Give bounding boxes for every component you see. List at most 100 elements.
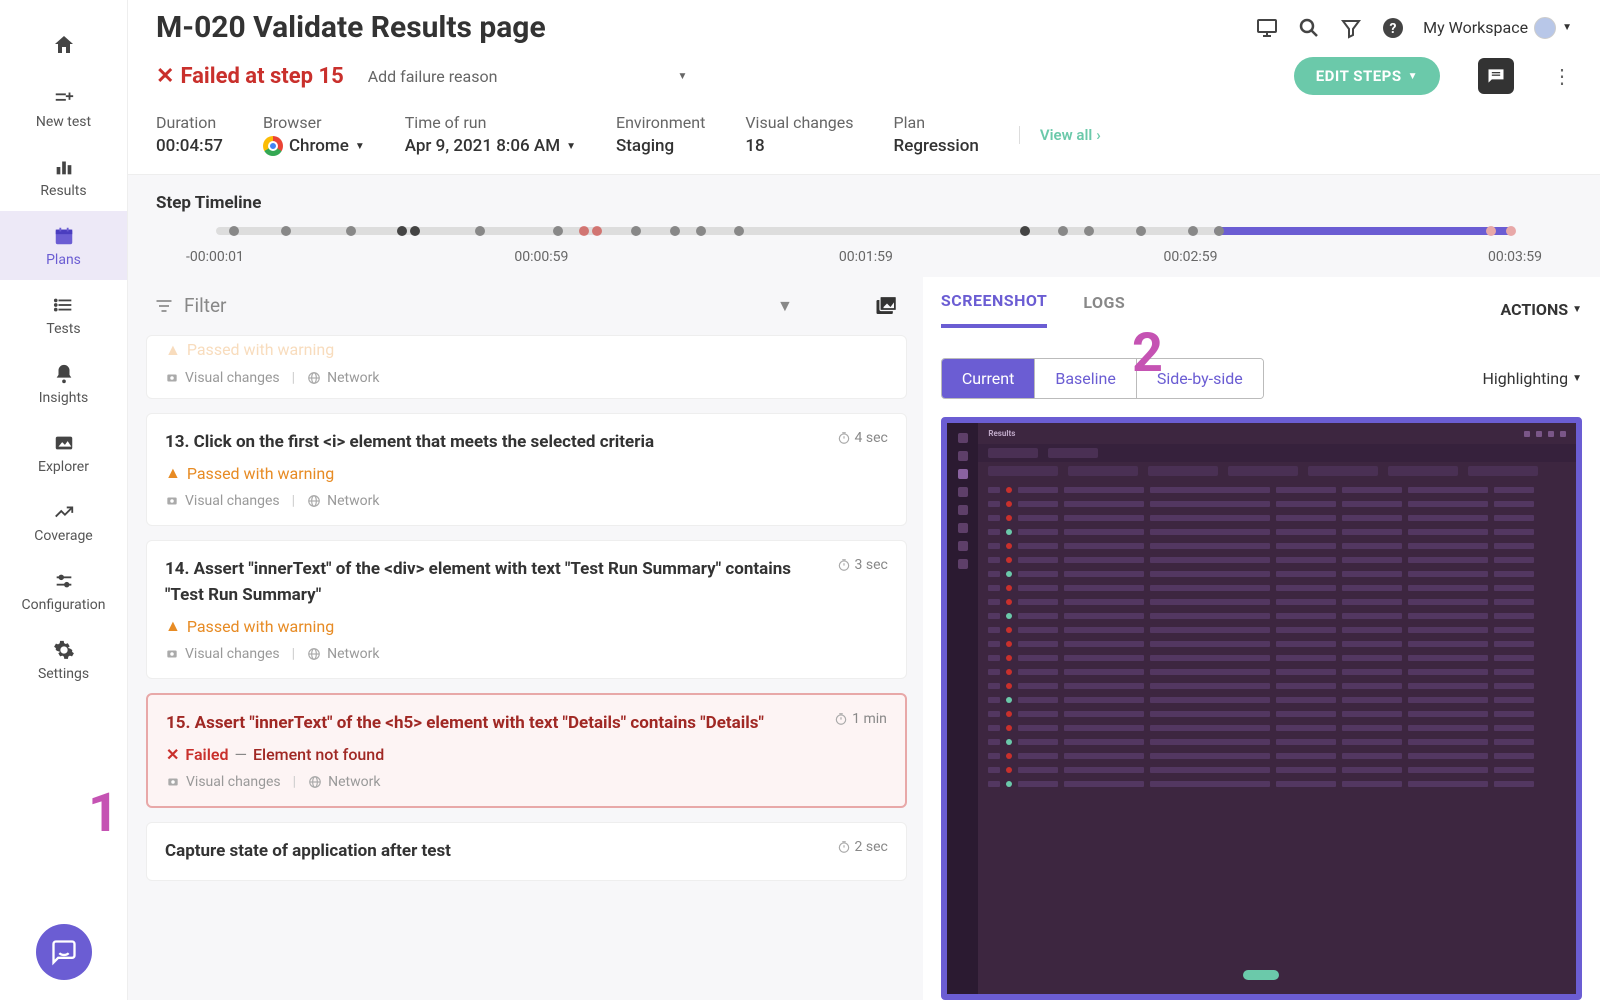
step-status-fail: ✕ Failed — Element not found: [166, 745, 887, 764]
filter-icon[interactable]: [1339, 16, 1363, 40]
actions-dropdown[interactable]: ACTIONS ▼: [1500, 300, 1582, 319]
network-link[interactable]: Network: [307, 646, 379, 662]
caret-down-icon: ▼: [677, 71, 687, 82]
trend-icon: [53, 499, 75, 524]
visual-changes-link[interactable]: Visual changes: [166, 774, 281, 790]
search-icon[interactable]: [1297, 16, 1321, 40]
caret-down-icon: ▼: [1408, 71, 1418, 82]
sidebar-item-label: Coverage: [34, 528, 92, 544]
help-icon[interactable]: ?: [1381, 16, 1405, 40]
plus-list-icon: [53, 85, 75, 110]
step-duration: 4 sec: [837, 430, 888, 446]
caret-down-icon[interactable]: ▼: [777, 296, 793, 316]
warning-icon: ▲: [165, 340, 181, 360]
gallery-icon[interactable]: [873, 291, 901, 321]
sidebar-item-label: Tests: [46, 321, 80, 337]
caret-down-icon: ▼: [1572, 304, 1582, 315]
chevron-right-icon: ›: [1096, 126, 1101, 144]
step-status-warn: ▲ Passed with warning: [165, 463, 888, 483]
status-text: Failed at step 15: [180, 64, 343, 89]
duration-value: 00:04:57: [156, 136, 223, 156]
duration-label: Duration: [156, 113, 223, 132]
sidebar-item-tests[interactable]: Tests: [0, 280, 127, 349]
step-title: 13. Click on the first <i> element that …: [165, 430, 827, 456]
gear-icon: [53, 637, 75, 662]
sidebar-item-configuration[interactable]: Configuration: [0, 556, 127, 625]
status-badge: ✕ Failed at step 15: [156, 64, 344, 89]
caret-down-icon: ▼: [1572, 373, 1582, 384]
screenshot-panel: SCREENSHOT LOGS ACTIONS ▼ Current Baseli…: [923, 277, 1600, 1000]
chat-widget[interactable]: [36, 924, 92, 980]
sidebar-item-settings[interactable]: Settings: [0, 625, 127, 694]
seg-current[interactable]: Current: [942, 359, 1035, 398]
time-label: Time of run: [405, 113, 576, 132]
list-icon: [53, 292, 75, 317]
chrome-icon: [263, 136, 283, 156]
timeline-progress: [1214, 227, 1512, 235]
step-title: Capture state of application after test: [165, 839, 827, 865]
image-icon: [53, 430, 75, 455]
caret-down-icon: ▼: [566, 141, 576, 152]
step-card-failed[interactable]: 15. Assert "innerText" of the <h5> eleme…: [146, 693, 907, 808]
meta-row: Duration 00:04:57 Browser Chrome ▼ Time …: [156, 113, 1572, 174]
sidebar-item-coverage[interactable]: Coverage: [0, 487, 127, 556]
bell-icon: [53, 361, 75, 386]
network-link[interactable]: Network: [308, 774, 380, 790]
caret-down-icon: ▼: [355, 141, 365, 152]
visual-label: Visual changes: [745, 113, 853, 132]
visual-changes-link[interactable]: Visual changes: [165, 646, 280, 662]
filter-input[interactable]: Filter: [154, 294, 777, 317]
tab-screenshot[interactable]: SCREENSHOT: [941, 291, 1047, 328]
step-card[interactable]: 14. Assert "innerText" of the <div> elem…: [146, 540, 907, 679]
sidebar-item-results[interactable]: Results: [0, 142, 127, 211]
highlighting-dropdown[interactable]: Highlighting ▼: [1482, 369, 1582, 388]
x-icon: ✕: [166, 745, 179, 764]
edit-steps-button[interactable]: EDIT STEPS ▼: [1294, 57, 1440, 95]
step-card[interactable]: Capture state of application after test …: [146, 822, 907, 882]
step-status-warn: ▲ Passed with warning: [165, 616, 888, 636]
more-menu-button[interactable]: ⋮: [1552, 64, 1572, 88]
annotation-1: 1: [88, 782, 119, 845]
sidebar-item-home[interactable]: [0, 20, 127, 73]
sliders-icon: [53, 568, 75, 593]
sidebar-item-label: Results: [40, 183, 86, 199]
workspace-picker[interactable]: My Workspace ▼: [1423, 17, 1572, 39]
main-content: M-020 Validate Results page ? My Workspa…: [128, 0, 1600, 1000]
tab-logs[interactable]: LOGS: [1083, 293, 1125, 326]
annotation-2: 2: [1132, 322, 1163, 385]
warning-icon: ▲: [165, 616, 181, 636]
plan-label: Plan: [894, 113, 979, 132]
calendar-icon: [53, 223, 75, 248]
view-all-link[interactable]: View all ›: [1019, 126, 1101, 144]
step-card[interactable]: ▲ Passed with warning Visual changes | N…: [146, 335, 907, 399]
workspace-label: My Workspace: [1423, 18, 1528, 37]
network-link[interactable]: Network: [307, 493, 379, 509]
seg-baseline[interactable]: Baseline: [1035, 359, 1137, 398]
network-link[interactable]: Network: [307, 370, 379, 386]
step-duration: 3 sec: [837, 557, 888, 573]
plan-value: Regression: [894, 136, 979, 156]
screenshot-image[interactable]: Results: [941, 417, 1582, 1000]
compare-mode-toggle: Current Baseline Side-by-side: [941, 358, 1264, 399]
add-failure-reason-dropdown[interactable]: Add failure reason ▼: [368, 67, 688, 86]
header-actions: ? My Workspace ▼: [1255, 16, 1572, 40]
browser-value[interactable]: Chrome ▼: [263, 136, 365, 156]
time-value[interactable]: Apr 9, 2021 8:06 AM ▼: [405, 136, 576, 156]
sidebar-item-label: New test: [36, 114, 91, 130]
env-label: Environment: [616, 113, 705, 132]
sidebar-item-new-test[interactable]: New test: [0, 73, 127, 142]
monitor-icon[interactable]: [1255, 16, 1279, 40]
visual-changes-link[interactable]: Visual changes: [165, 370, 280, 386]
comments-button[interactable]: [1478, 58, 1514, 94]
timeline-bar[interactable]: [216, 227, 1512, 235]
sidebar-item-label: Explorer: [38, 459, 89, 475]
avatar-icon: [1534, 17, 1556, 39]
env-value: Staging: [616, 136, 705, 156]
sidebar-item-plans[interactable]: Plans: [0, 211, 127, 280]
visual-value: 18: [745, 136, 853, 156]
step-card[interactable]: 13. Click on the first <i> element that …: [146, 413, 907, 527]
sidebar-item-insights[interactable]: Insights: [0, 349, 127, 418]
sidebar-item-explorer[interactable]: Explorer: [0, 418, 127, 487]
sidebar-item-label: Insights: [39, 390, 89, 406]
visual-changes-link[interactable]: Visual changes: [165, 493, 280, 509]
